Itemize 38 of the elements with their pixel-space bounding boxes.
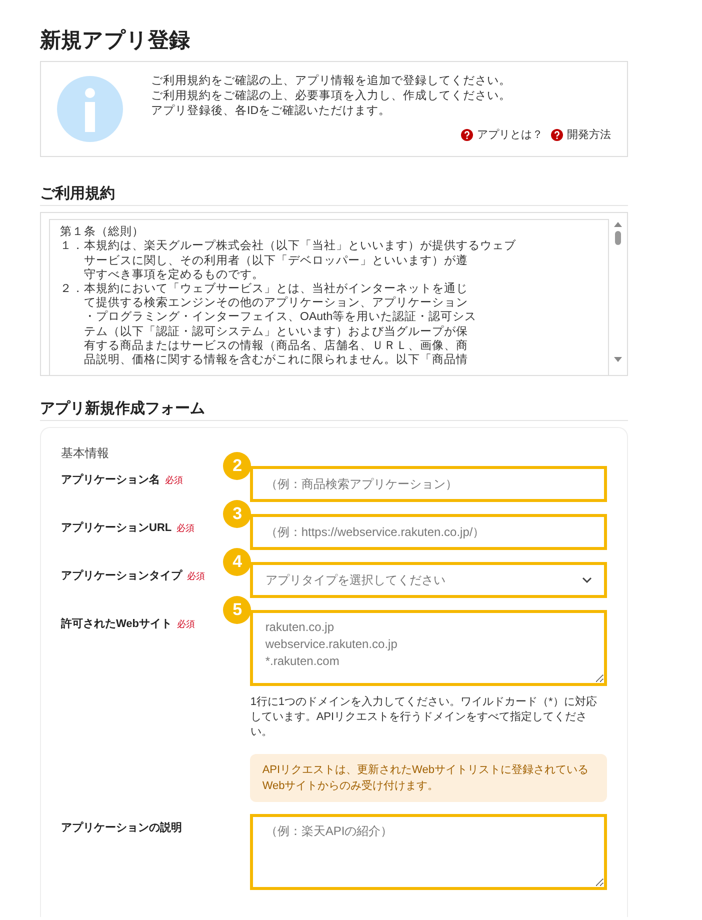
field-label: 許可されたWebサイト	[61, 618, 172, 630]
input-field[interactable]: （例：商品検索アプリケーション）	[250, 466, 607, 502]
info-text: ご利用規約をご確認の上、アプリ情報を追加で登録してください。	[151, 74, 512, 90]
required-tag: 必須	[177, 619, 196, 630]
help-link[interactable]: 開発方法	[567, 127, 611, 144]
page-title: 新規アプリ登録	[40, 28, 191, 54]
required-tag: 必須	[165, 475, 183, 486]
text-area[interactable]: rakuten.co.jp webservice.rakuten.co.jp *.rakuten.com	[250, 610, 607, 686]
article-heading: 第１条（総則）	[60, 225, 145, 240]
field-label: アプリケーションタイプ	[61, 570, 182, 582]
help-link[interactable]: アプリとは？	[477, 127, 543, 144]
info-icon	[57, 76, 123, 142]
field-label: アプリケーションの説明	[61, 822, 182, 834]
select-field[interactable]: アプリタイプを選択してください	[250, 562, 607, 598]
step-number-badge: 5	[223, 596, 252, 624]
help-icon	[461, 129, 473, 142]
text-area[interactable]: （例：楽天APIの紹介）	[250, 814, 607, 890]
input-field[interactable]: （例：https://webservice.rakuten.co.jp/）	[250, 514, 607, 550]
required-tag: 必須	[187, 571, 205, 582]
clause-number: １．	[60, 239, 84, 254]
field-label: アプリケーションURL	[61, 522, 172, 534]
clause-number: ２．	[60, 282, 84, 297]
section-label: 基本情報	[61, 445, 110, 462]
step-number-badge: 4	[223, 548, 252, 576]
clause-text: 本規約において「ウェブサービス」とは、当社がインターネットを通じ て提供する検索エンジンその他のアプリケーション、アプリケーション ・プログラミング・インターフェイス、OAuth等を用いた認証・認可シス テム（以下「認証・認可システム」といいます）および当グループが保 有する商品またはサービスの情報（商品名、店舗名、ＵＲＬ、画像、商 品説明、価格に関する情報を含むがこれに限られません。以下「商品情	[84, 282, 477, 368]
section-heading: ご利用規約	[40, 181, 628, 206]
chevron-down-icon	[582, 576, 592, 584]
help-icon	[551, 129, 563, 142]
section-heading: アプリ新規作成フォーム	[40, 400, 628, 422]
step-number-badge: 3	[223, 500, 252, 528]
info-text: アプリ登録後、各IDをご確認いただけます。	[151, 104, 392, 120]
field-label: アプリケーション名	[61, 474, 160, 486]
step-number-badge: 2	[223, 452, 252, 480]
notice-message: APIリクエストは、更新されたWebサイトリストに登録されているWebサイトからのみ受け付けます。	[250, 754, 607, 802]
info-text: ご利用規約をご確認の上、必要事項を入力し、作成してください。	[151, 89, 512, 104]
required-tag: 必須	[176, 523, 195, 534]
clause-text: 本規約は、楽天グループ株式会社（以下「当社」といいます）が提供するウェブ サービスに関し、その利用者（以下「デベロッパー」といいます）が遵 守すべき事項を定めるものです。	[84, 239, 516, 282]
help-text: 1行に1つのドメインを入力してください。ワイルドカード（*）に対応しています。APIリクエストを行うドメインをすべて指定してください。	[250, 695, 598, 740]
